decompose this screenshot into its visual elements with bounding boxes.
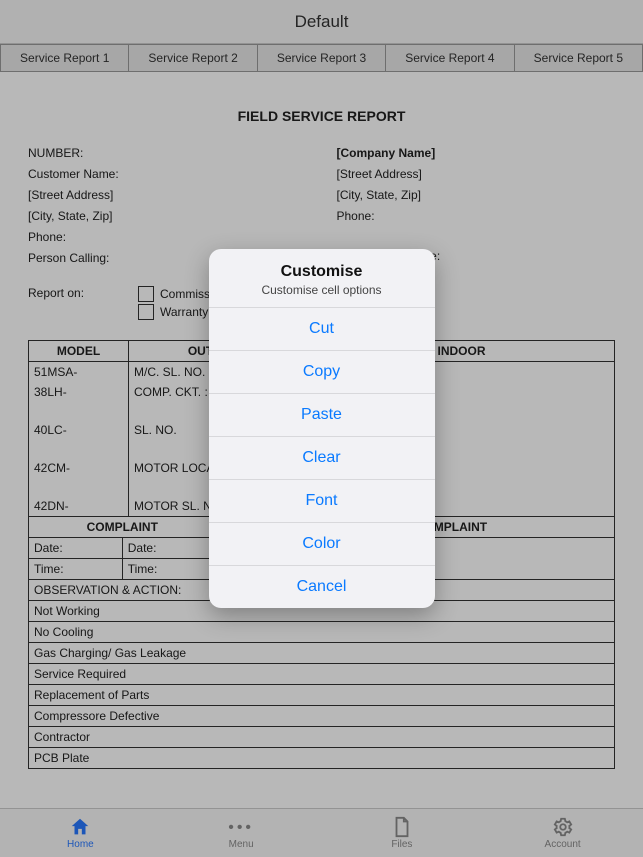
paste-button[interactable]: Paste	[209, 393, 435, 436]
sheet-title: Customise	[219, 263, 425, 281]
customise-sheet: Customise Customise cell options Cut Cop…	[209, 249, 435, 608]
copy-button[interactable]: Copy	[209, 350, 435, 393]
modal-overlay[interactable]: Customise Customise cell options Cut Cop…	[0, 0, 643, 857]
sheet-subtitle: Customise cell options	[219, 283, 425, 297]
color-button[interactable]: Color	[209, 522, 435, 565]
cancel-button[interactable]: Cancel	[209, 565, 435, 608]
font-button[interactable]: Font	[209, 479, 435, 522]
cut-button[interactable]: Cut	[209, 307, 435, 350]
clear-button[interactable]: Clear	[209, 436, 435, 479]
